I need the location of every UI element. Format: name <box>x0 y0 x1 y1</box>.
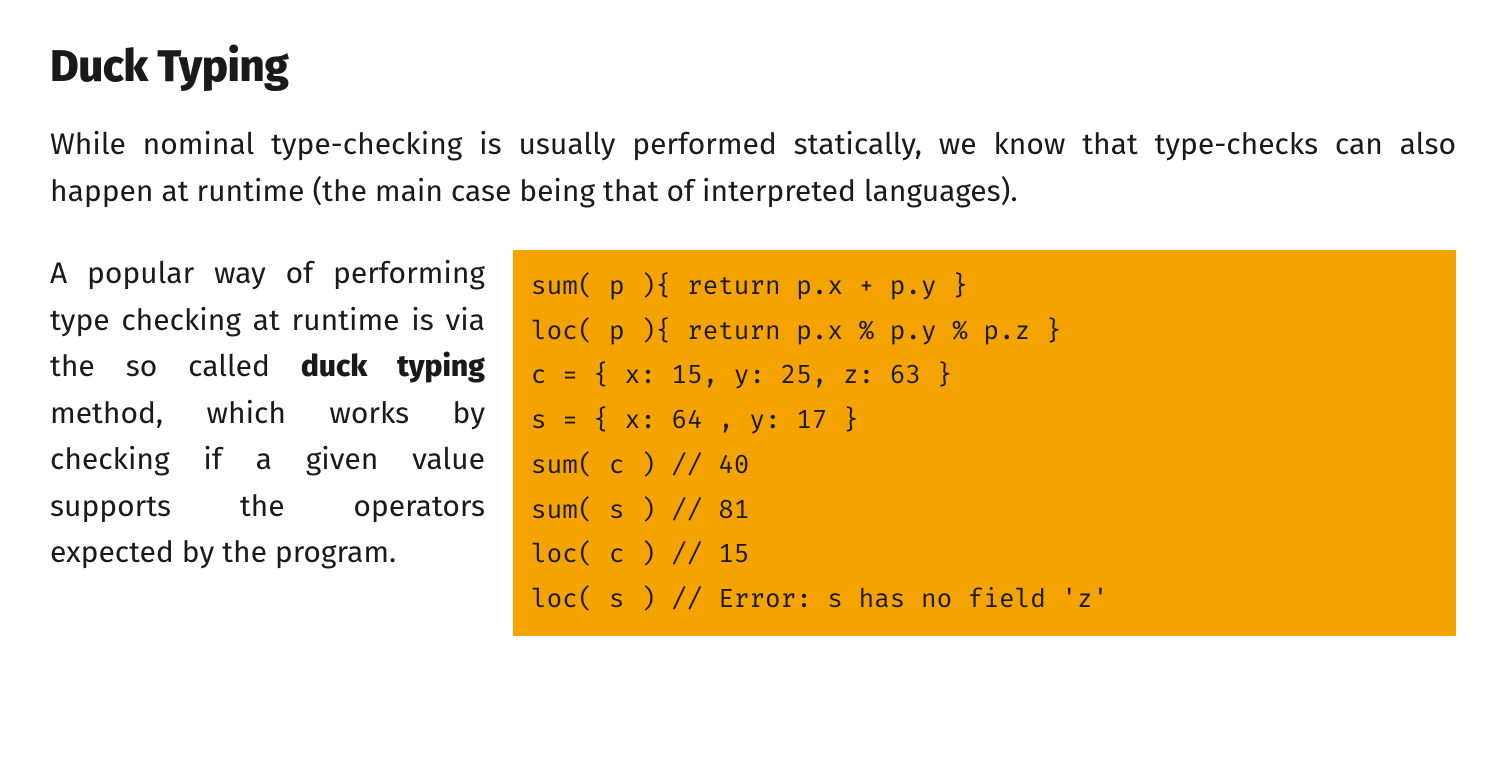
body-paragraph: A popular way of performing type checkin… <box>50 250 485 576</box>
code-line: loc( s ) // Error: s has no field 'z' <box>531 583 1108 614</box>
body-text-post: method, which works by checking if a giv… <box>50 395 485 571</box>
intro-paragraph: While nominal type-checking is usually p… <box>50 121 1456 214</box>
body-text-bold: duck typing <box>301 348 485 384</box>
code-line: sum( s ) // 81 <box>531 494 749 525</box>
code-line: loc( c ) // 15 <box>531 538 749 569</box>
two-column-layout: A popular way of performing type checkin… <box>50 250 1456 636</box>
code-line: s = { x: 64 , y: 17 } <box>531 404 859 435</box>
code-line: sum( c ) // 40 <box>531 449 749 480</box>
code-block: sum( p ){ return p.x + p.y } loc( p ){ r… <box>513 250 1456 636</box>
page-heading: Duck Typing <box>50 40 1456 93</box>
code-line: sum( p ){ return p.x + p.y } <box>531 270 968 301</box>
code-line: loc( p ){ return p.x % p.y % p.z } <box>531 315 1061 346</box>
code-line: c = { x: 15, y: 25, z: 63 } <box>531 359 952 390</box>
